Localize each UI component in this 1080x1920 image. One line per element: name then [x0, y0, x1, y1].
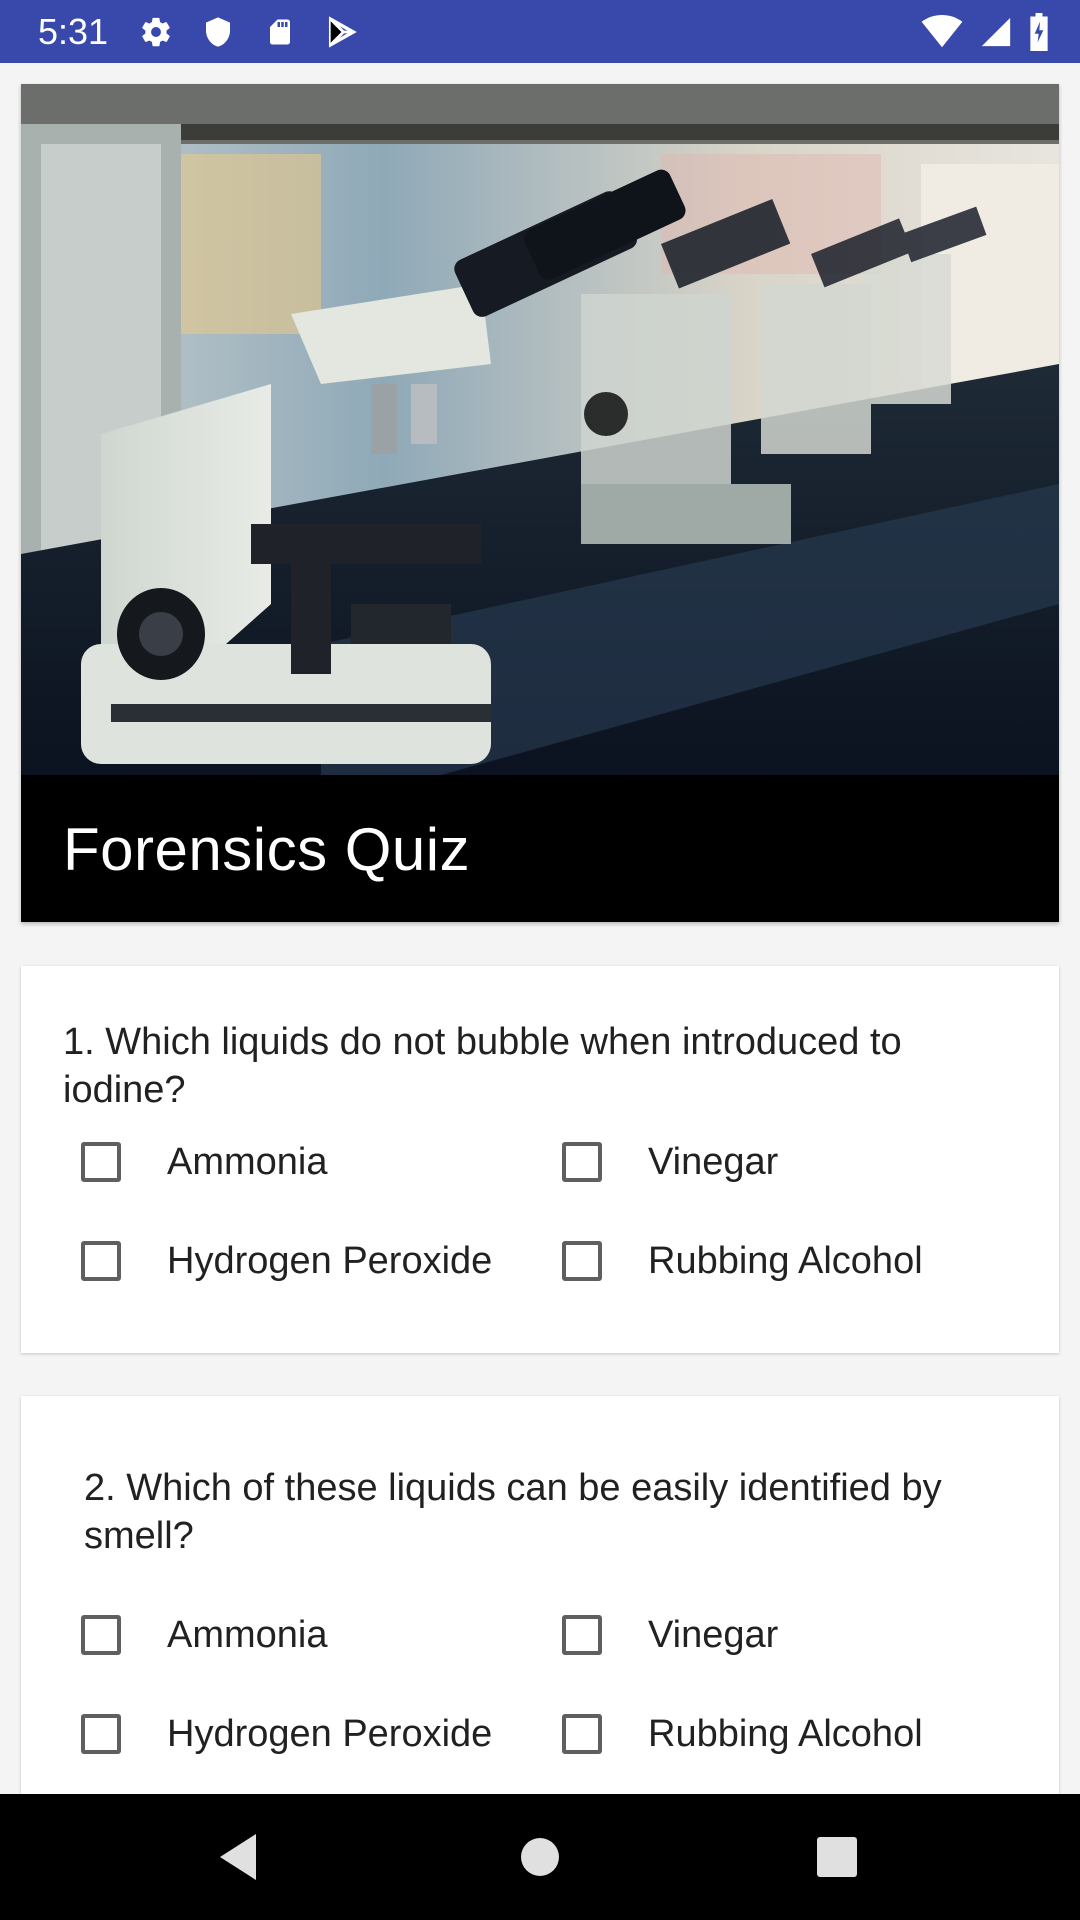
- recents-icon[interactable]: [777, 1794, 897, 1920]
- play-store-icon: [324, 14, 360, 50]
- option-label: Rubbing Alcohol: [648, 1239, 923, 1282]
- option-label: Vinegar: [648, 1140, 779, 1183]
- wifi-icon: [920, 14, 964, 50]
- shield-icon: [200, 14, 236, 50]
- checkbox[interactable]: [562, 1241, 602, 1281]
- title-bar: Forensics Quiz: [21, 775, 1059, 922]
- option-ammonia[interactable]: Ammonia: [81, 1605, 328, 1665]
- option-vinegar[interactable]: Vinegar: [562, 1605, 778, 1665]
- option-label: Ammonia: [167, 1140, 328, 1183]
- checkbox[interactable]: [81, 1714, 121, 1754]
- option-label: Ammonia: [167, 1613, 328, 1656]
- back-icon[interactable]: [178, 1794, 298, 1920]
- option-rubbing-alcohol[interactable]: Rubbing Alcohol: [562, 1231, 923, 1291]
- option-hydrogen-peroxide[interactable]: Hydrogen Peroxide: [81, 1231, 492, 1291]
- option-label: Vinegar: [648, 1613, 779, 1656]
- question-card-2: 2. Which of these liquids can be easily …: [21, 1396, 1059, 1796]
- option-ammonia[interactable]: Ammonia: [81, 1132, 328, 1192]
- checkbox[interactable]: [81, 1241, 121, 1281]
- sd-card-icon: [262, 14, 298, 50]
- option-rubbing-alcohol[interactable]: Rubbing Alcohol: [562, 1704, 923, 1764]
- page-title: Forensics Quiz: [63, 816, 471, 883]
- gear-icon: [138, 14, 174, 50]
- checkbox[interactable]: [562, 1714, 602, 1754]
- checkbox[interactable]: [562, 1615, 602, 1655]
- microscopes-lab-photo: [21, 84, 1059, 775]
- option-hydrogen-peroxide[interactable]: Hydrogen Peroxide: [81, 1704, 492, 1764]
- header-card: Forensics Quiz: [21, 84, 1059, 922]
- option-vinegar[interactable]: Vinegar: [562, 1132, 778, 1192]
- status-bar: 5:31: [0, 0, 1080, 63]
- question-card-1: 1. Which liquids do not bubble when intr…: [21, 966, 1059, 1353]
- navigation-bar: [0, 1794, 1080, 1920]
- status-time: 5:31: [38, 10, 109, 52]
- option-label: Hydrogen Peroxide: [167, 1239, 493, 1282]
- checkbox[interactable]: [562, 1142, 602, 1182]
- checkbox[interactable]: [81, 1142, 121, 1182]
- home-icon[interactable]: [480, 1794, 600, 1920]
- status-icons-left: [138, 14, 360, 50]
- battery-icon: [1028, 12, 1050, 51]
- option-label: Rubbing Alcohol: [648, 1712, 923, 1755]
- status-icons-right: [920, 0, 1050, 63]
- option-label: Hydrogen Peroxide: [167, 1712, 493, 1755]
- question-text: 2. Which of these liquids can be easily …: [84, 1467, 942, 1557]
- checkbox[interactable]: [81, 1615, 121, 1655]
- question-text: 1. Which liquids do not bubble when intr…: [63, 1021, 902, 1111]
- cell-signal-icon: [978, 14, 1014, 50]
